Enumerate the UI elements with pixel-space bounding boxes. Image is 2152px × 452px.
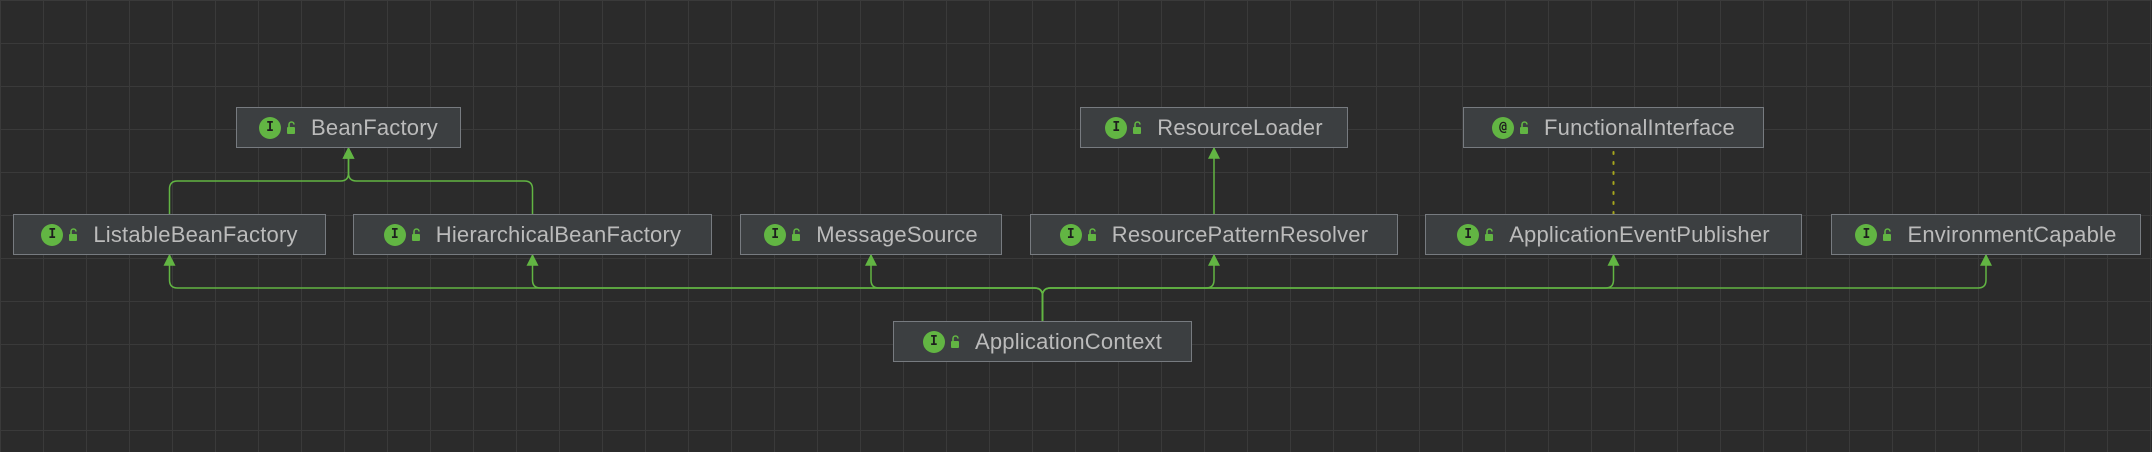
- interface-icon: I: [383, 223, 406, 246]
- inheritance-edge: [526, 253, 1044, 321]
- node-resource-loader[interactable]: I ResourceLoader: [1080, 107, 1348, 148]
- node-label: ApplicationEventPublisher: [1509, 221, 1770, 247]
- interface-icon: I: [1059, 223, 1082, 246]
- interface-icon: I: [922, 330, 945, 353]
- interface-icon: I: [41, 223, 64, 246]
- interface-icon: I: [259, 116, 282, 139]
- inheritance-edge: [1041, 253, 1220, 321]
- lock-open-icon: [410, 227, 426, 243]
- node-environment-capable[interactable]: I EnvironmentCapable: [1831, 214, 2141, 255]
- lock-open-icon: [1518, 120, 1534, 136]
- annotation-icon: @: [1492, 116, 1515, 139]
- node-label: ListableBeanFactory: [93, 221, 298, 247]
- lock-open-icon: [790, 227, 806, 243]
- node-label: EnvironmentCapable: [1907, 221, 2117, 247]
- lock-open-icon: [1086, 227, 1102, 243]
- node-message-source[interactable]: I MessageSource: [740, 214, 1002, 255]
- node-bean-factory[interactable]: I BeanFactory: [236, 107, 461, 148]
- lock-open-icon: [1131, 120, 1147, 136]
- inheritance-edge: [1041, 253, 1620, 321]
- node-hierarchical-bean-factory[interactable]: I HierarchicalBeanFactory: [353, 214, 712, 255]
- node-label: BeanFactory: [311, 114, 438, 140]
- node-application-context[interactable]: I ApplicationContext: [893, 321, 1192, 362]
- interface-icon: I: [1457, 223, 1480, 246]
- node-label: ResourcePatternResolver: [1111, 221, 1369, 247]
- node-label: ApplicationContext: [974, 328, 1163, 354]
- lock-open-icon: [1483, 227, 1499, 243]
- inheritance-edge: [1041, 253, 1992, 321]
- lock-open-icon: [285, 120, 301, 136]
- inheritance-edge: [163, 253, 1044, 321]
- interface-icon: I: [1855, 223, 1878, 246]
- node-listable-bean-factory[interactable]: I ListableBeanFactory: [13, 214, 326, 255]
- lock-open-icon: [1881, 227, 1897, 243]
- node-label: MessageSource: [816, 221, 978, 247]
- node-functional-interface[interactable]: @ FunctionalInterface: [1463, 107, 1764, 148]
- node-label: HierarchicalBeanFactory: [435, 221, 682, 247]
- interface-icon: I: [1105, 116, 1128, 139]
- node-label: ResourceLoader: [1157, 114, 1323, 140]
- lock-open-icon: [949, 334, 965, 350]
- inheritance-edge: [342, 146, 534, 214]
- uml-diagram-canvas: I BeanFactory I ResourceLoader @ Functio…: [0, 0, 2152, 452]
- inheritance-edge: [168, 146, 355, 214]
- node-resource-pattern-resolver[interactable]: I ResourcePatternResolver: [1030, 214, 1398, 255]
- lock-open-icon: [67, 227, 83, 243]
- node-application-event-publisher[interactable]: I ApplicationEventPublisher: [1425, 214, 1802, 255]
- node-label: FunctionalInterface: [1544, 114, 1735, 140]
- interface-icon: I: [764, 223, 787, 246]
- inheritance-edge: [865, 253, 1044, 321]
